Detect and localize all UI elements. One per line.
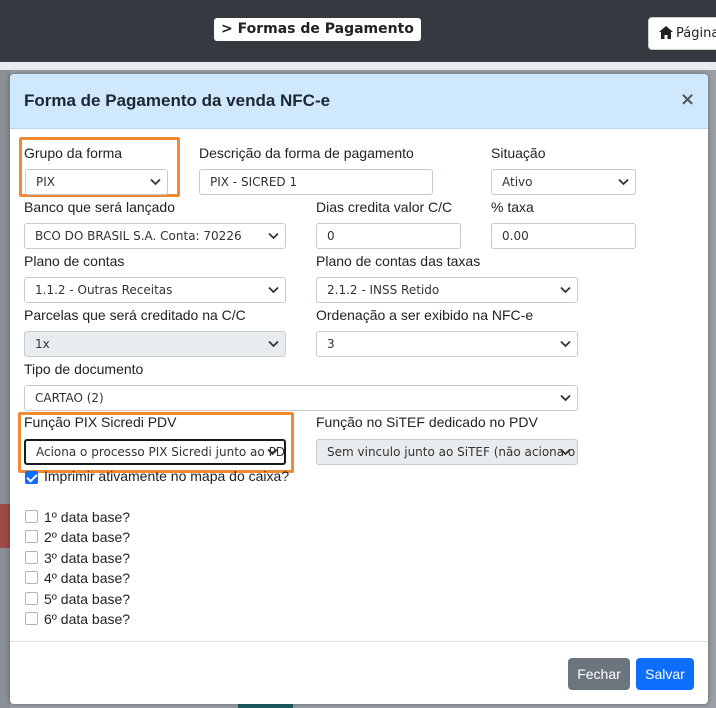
plano-taxas-select[interactable]: 2.1.2 - INSS Retido xyxy=(316,277,578,303)
salvar-button[interactable]: Salvar xyxy=(636,658,694,690)
situacao-label: Situação xyxy=(491,145,546,161)
funcao-pix-value: Aciona o processo PIX Sicredi junto ao P… xyxy=(36,445,286,459)
chevron-down-icon xyxy=(560,448,571,456)
plano-taxas-label: Plano de contas das taxas xyxy=(316,253,481,269)
chevron-down-icon xyxy=(267,448,278,456)
ordenacao-label: Ordenação a ser exibido na NFC-e xyxy=(316,307,534,323)
modal-footer-divider xyxy=(10,641,708,642)
breadcrumb: > Formas de Pagamento xyxy=(214,18,421,41)
home-icon xyxy=(659,26,673,39)
data-base-6-label: 6º data base? xyxy=(44,611,131,627)
data-base-4-label: 4º data base? xyxy=(44,570,131,586)
taxa-value: 0.00 xyxy=(502,229,529,243)
app-background-accent xyxy=(0,504,10,548)
grupo-select[interactable]: PIX xyxy=(25,169,168,195)
parcelas-label: Parcelas que será creditado na C/C xyxy=(24,307,246,323)
data-base-1-label: 1º data base? xyxy=(44,509,131,525)
plano-value: 1.1.2 - Outras Receitas xyxy=(35,283,173,297)
data-base-5-checkbox[interactable] xyxy=(25,592,38,605)
plano-select[interactable]: 1.1.2 - Outras Receitas xyxy=(24,277,286,303)
data-base-3-checkbox[interactable] xyxy=(25,551,38,564)
tipo-doc-value: CARTAO (2) xyxy=(35,391,104,405)
close-icon[interactable]: × xyxy=(680,90,695,110)
dias-input[interactable]: 0 xyxy=(316,223,461,249)
ordenacao-value: 3 xyxy=(327,337,335,351)
data-base-6-checkbox[interactable] xyxy=(25,612,38,625)
chevron-down-icon xyxy=(268,340,279,348)
parcelas-select[interactable]: 1x xyxy=(24,331,286,357)
parcelas-value: 1x xyxy=(35,337,50,351)
funcao-pix-label: Função PIX Sicredi PDV xyxy=(24,414,177,430)
fechar-button[interactable]: Fechar xyxy=(568,658,630,690)
chevron-down-icon xyxy=(560,286,571,294)
banco-value: BCO DO BRASIL S.A. Conta: 70226 xyxy=(35,229,242,243)
ordenacao-select[interactable]: 3 xyxy=(316,331,578,357)
data-base-1-checkbox[interactable] xyxy=(25,510,38,523)
grupo-value: PIX xyxy=(36,175,55,189)
chevron-down-icon xyxy=(560,394,571,402)
home-button[interactable]: Página xyxy=(648,17,716,50)
dias-label: Dias credita valor C/C xyxy=(316,199,453,215)
descricao-input[interactable]: PIX - SICRED 1 xyxy=(199,169,433,195)
descricao-label: Descrição da forma de pagamento xyxy=(199,145,414,161)
situacao-value: Ativo xyxy=(502,175,533,189)
home-button-label: Página xyxy=(676,26,716,41)
imprimir-checkbox[interactable] xyxy=(25,471,38,484)
grupo-label: Grupo da forma xyxy=(24,145,123,161)
data-base-2-label: 2º data base? xyxy=(44,529,131,545)
app-background-strip xyxy=(0,62,716,70)
plano-label: Plano de contas xyxy=(24,253,125,269)
banco-select[interactable]: BCO DO BRASIL S.A. Conta: 70226 xyxy=(24,223,286,249)
modal-header: Forma de Pagamento da venda NFC-e × xyxy=(10,74,708,129)
situacao-select[interactable]: Ativo xyxy=(491,169,636,195)
funcao-sitef-value: Sem vinculo junto ao SiTEF (não aciona o… xyxy=(327,445,577,459)
modal-title: Forma de Pagamento da venda NFC-e xyxy=(24,91,331,110)
funcao-pix-select[interactable]: Aciona o processo PIX Sicredi junto ao P… xyxy=(24,439,286,465)
funcao-sitef-label: Função no SiTEF dedicado no PDV xyxy=(316,414,538,430)
banco-label: Banco que será lançado xyxy=(24,199,175,215)
imprimir-label: Imprimir ativamente no mapa do caixa? xyxy=(44,468,290,484)
data-base-3-label: 3º data base? xyxy=(44,550,131,566)
tipo-doc-label: Tipo de documento xyxy=(24,361,144,377)
tipo-doc-select[interactable]: CARTAO (2) xyxy=(24,385,578,411)
chevron-down-icon xyxy=(268,286,279,294)
data-base-2-checkbox[interactable] xyxy=(25,530,38,543)
payment-form-modal: Forma de Pagamento da venda NFC-e × Grup… xyxy=(10,74,708,704)
data-base-4-checkbox[interactable] xyxy=(25,571,38,584)
chevron-down-icon xyxy=(150,178,161,186)
descricao-value: PIX - SICRED 1 xyxy=(210,175,298,189)
chevron-down-icon xyxy=(268,232,279,240)
chevron-down-icon xyxy=(618,178,629,186)
plano-taxas-value: 2.1.2 - INSS Retido xyxy=(327,283,440,297)
dias-value: 0 xyxy=(327,229,335,243)
app-background-left xyxy=(0,70,10,708)
taxa-label: % taxa xyxy=(491,199,534,215)
taxa-input[interactable]: 0.00 xyxy=(491,223,636,249)
data-base-5-label: 5º data base? xyxy=(44,591,131,607)
chevron-down-icon xyxy=(560,340,571,348)
funcao-sitef-select[interactable]: Sem vinculo junto ao SiTEF (não aciona o… xyxy=(316,439,578,465)
